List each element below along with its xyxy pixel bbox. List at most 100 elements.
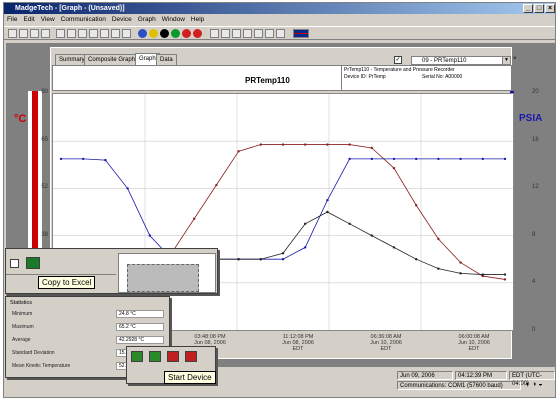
data-point: [503, 157, 507, 161]
data-point: [437, 237, 440, 241]
menu-file[interactable]: File: [4, 14, 20, 26]
excel-icon[interactable]: [276, 29, 285, 38]
grid-icon[interactable]: [210, 29, 219, 38]
flag-icon[interactable]: [293, 29, 309, 38]
right-tick-label: 12: [532, 184, 539, 191]
device-checkbox[interactable]: ✓: [394, 56, 402, 64]
zoom-fit-icon[interactable]: [122, 29, 131, 38]
stat-label: Maximum: [12, 324, 34, 330]
info-icon[interactable]: [149, 29, 158, 38]
data-point: [326, 143, 329, 146]
tab-data[interactable]: Data: [156, 54, 177, 65]
cancel-icon[interactable]: [185, 351, 197, 362]
maximize-button[interactable]: □: [534, 4, 544, 13]
zoom-x-icon[interactable]: [100, 29, 109, 38]
alarm-icon[interactable]: [193, 29, 202, 38]
chart-svg: [53, 94, 513, 330]
data-point: [237, 150, 240, 153]
stat-label: Minimum: [12, 311, 33, 317]
zoom-in-icon[interactable]: [78, 29, 87, 38]
minimize-button[interactable]: _: [523, 4, 533, 13]
excel-icon[interactable]: [26, 257, 40, 269]
open-icon[interactable]: [19, 29, 28, 38]
status-time: 04:12:39 PM: [455, 371, 507, 380]
data-point: [481, 157, 484, 161]
data-point: [104, 158, 107, 162]
cursor-icon[interactable]: [56, 29, 65, 38]
header-line1: PrTemp110 - Temperature and Pressure Rec…: [344, 67, 455, 73]
data-point: [304, 222, 307, 225]
menu-help[interactable]: Help: [188, 14, 207, 26]
right-tick-label: 4: [532, 279, 536, 286]
new-icon[interactable]: [8, 29, 17, 38]
data-point: [459, 261, 462, 264]
columns-icon[interactable]: [232, 29, 241, 38]
table-icon[interactable]: [221, 29, 230, 38]
pan-icon[interactable]: [67, 29, 76, 38]
stats-title: Statistics: [10, 300, 33, 306]
zoom-out-icon[interactable]: [89, 29, 98, 38]
stat-value: 42.2928 °C: [116, 336, 164, 344]
right-tick-label: 20: [532, 89, 539, 95]
menu-graph[interactable]: Graph: [135, 14, 159, 26]
window-title: MadgeTech - [Graph - (Unsaved)]: [15, 5, 125, 12]
data-point: [326, 199, 329, 202]
data-point: [281, 252, 285, 255]
table-icon[interactable]: [10, 259, 19, 268]
menu-communication[interactable]: Communication: [58, 14, 109, 26]
marker-icon[interactable]: [254, 29, 263, 38]
menu-device[interactable]: Device: [109, 14, 135, 26]
left-axis-bar: [28, 91, 42, 331]
right-axis-unit: PSIA: [519, 113, 543, 124]
right-tick-label: 8: [532, 231, 536, 238]
data-point: [370, 234, 373, 237]
data-point: [415, 157, 418, 161]
rows-icon[interactable]: [243, 29, 252, 38]
data-point: [304, 143, 307, 146]
data-point: [392, 246, 396, 249]
connection-icon: ◐ ◑ ◒: [526, 381, 543, 388]
data-point: [193, 217, 196, 220]
title-bar: MadgeTech - [Graph - (Unsaved)] _ □ ×: [4, 3, 555, 14]
close-button[interactable]: ×: [545, 4, 555, 13]
copy-tooltip: Copy to Excel: [38, 276, 96, 289]
menu-window[interactable]: Window: [159, 14, 188, 26]
close-doc-icon[interactable]: ×: [513, 56, 525, 65]
data-point: [503, 278, 507, 281]
record-icon[interactable]: [160, 29, 169, 38]
stop-icon[interactable]: [182, 29, 191, 38]
status-tz: EDT (UTC-04:00): [509, 371, 555, 387]
device-select[interactable]: 09 - PRTemp110 ▼: [411, 56, 511, 65]
data-point: [348, 222, 351, 225]
header-serial: Serial No: A00000: [422, 74, 463, 80]
data-point: [259, 143, 262, 146]
chevron-down-icon[interactable]: ▼: [502, 57, 510, 64]
menu-view[interactable]: View: [38, 14, 58, 26]
selection-box: [127, 264, 199, 292]
start-icon[interactable]: [131, 351, 143, 362]
data-point: [215, 183, 218, 187]
data-point: [281, 143, 285, 146]
data-point: [148, 234, 151, 237]
device-select-value: 09 - PRTemp110: [422, 58, 467, 64]
header-device-id: Device ID: PrTemp: [344, 74, 386, 80]
data-point: [281, 258, 285, 261]
data-point: [126, 187, 129, 190]
menu-edit[interactable]: Edit: [20, 14, 37, 26]
stop-icon[interactable]: [167, 351, 179, 362]
stat-value: 65.2 °C: [116, 323, 164, 331]
x-tick-label: 06:36:08 AM Jun 10, 2006 EDT: [370, 334, 402, 352]
data-point: [392, 157, 396, 161]
report-header: PRTemp110 PrTemp110 - Temperature and Pr…: [52, 65, 512, 91]
start-icon[interactable]: [171, 29, 180, 38]
zoom-y-icon[interactable]: [111, 29, 120, 38]
window-icon[interactable]: [265, 29, 274, 38]
data-point: [348, 157, 351, 161]
help-icon[interactable]: [138, 29, 147, 38]
header-info-box: PrTemp110 - Temperature and Pressure Rec…: [341, 66, 513, 90]
save-icon[interactable]: [30, 29, 39, 38]
tab-composite-graph[interactable]: Composite Graph: [84, 54, 140, 65]
print-icon[interactable]: [41, 29, 50, 38]
data-point: [459, 272, 462, 275]
start-delay-icon[interactable]: [149, 351, 161, 362]
